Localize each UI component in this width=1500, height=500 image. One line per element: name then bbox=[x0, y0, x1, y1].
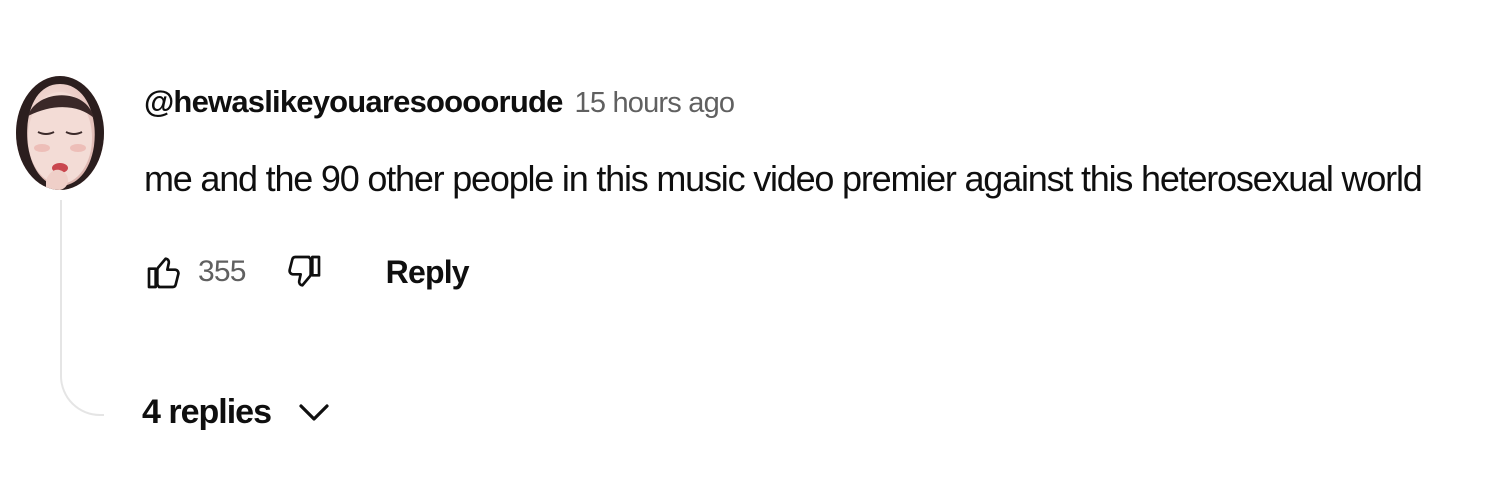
author-name[interactable]: @hewaslikeyouaresoooorude bbox=[144, 84, 563, 120]
thread-connector-line bbox=[60, 200, 104, 416]
view-replies-button[interactable]: 4 replies bbox=[142, 393, 331, 432]
dislike-button[interactable] bbox=[284, 252, 324, 292]
comment-actions: 355 Reply bbox=[144, 246, 470, 298]
like-button[interactable]: 355 bbox=[144, 252, 246, 292]
comment-timestamp[interactable]: 15 hours ago bbox=[575, 87, 736, 120]
comment-header: @hewaslikeyouaresoooorude 15 hours ago bbox=[144, 84, 736, 120]
avatar[interactable] bbox=[16, 76, 104, 190]
thumbs-up-icon bbox=[147, 257, 180, 289]
reply-button[interactable]: Reply bbox=[386, 254, 470, 291]
like-count: 355 bbox=[198, 255, 246, 288]
replies-count-label: 4 replies bbox=[142, 393, 272, 431]
chevron-down-icon bbox=[297, 402, 331, 424]
thumbs-down-icon bbox=[287, 255, 320, 287]
profile-photo bbox=[16, 76, 104, 190]
comment-text: me and the 90 other people in this music… bbox=[144, 158, 1423, 199]
comment-thread: @hewaslikeyouaresoooorude 15 hours ago m… bbox=[0, 0, 1500, 500]
